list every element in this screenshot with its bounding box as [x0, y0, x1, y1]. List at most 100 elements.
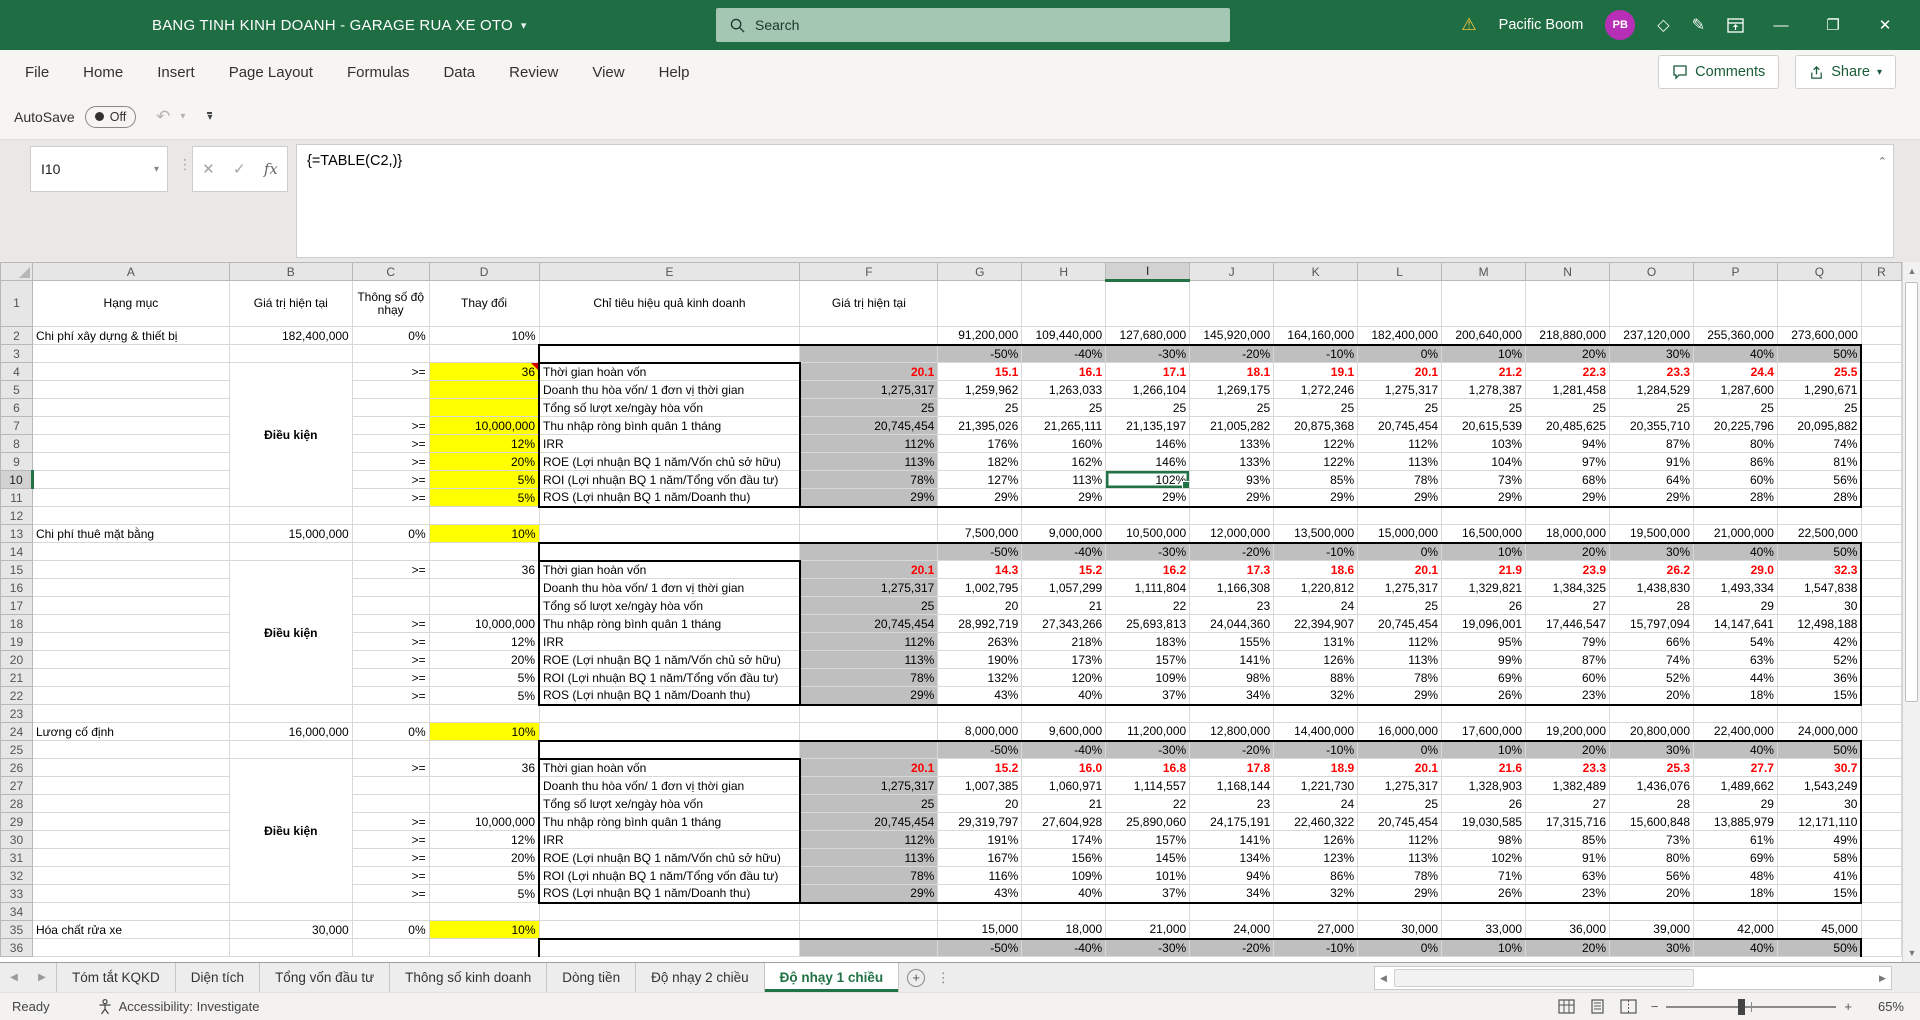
cell-O9[interactable]: 91%: [1609, 452, 1694, 471]
cell-Q8[interactable]: 74%: [1776, 434, 1863, 453]
cell-D8[interactable]: 12%: [428, 434, 540, 453]
cell-E23[interactable]: [538, 704, 801, 723]
cell-F30[interactable]: 112%: [799, 830, 939, 849]
cell-I6[interactable]: 25: [1105, 398, 1191, 417]
cell-B34[interactable]: [228, 902, 353, 921]
cell-K13[interactable]: 13,500,000: [1273, 524, 1359, 543]
cell-K8[interactable]: 122%: [1273, 434, 1359, 453]
cell-M13[interactable]: 16,500,000: [1441, 524, 1527, 543]
cell-A10[interactable]: [31, 470, 230, 489]
cell-P18[interactable]: 14,147,641: [1693, 614, 1778, 633]
cell-M17[interactable]: 26: [1441, 596, 1527, 615]
cell-M24[interactable]: 17,600,000: [1441, 722, 1527, 741]
cell-R17[interactable]: [1860, 596, 1902, 615]
row-header-20[interactable]: 20: [0, 650, 33, 669]
zoom-level[interactable]: 65%: [1866, 999, 1904, 1014]
cell-O7[interactable]: 20,355,710: [1609, 416, 1694, 435]
cell-N31[interactable]: 91%: [1525, 848, 1611, 867]
cell-I21[interactable]: 109%: [1105, 668, 1191, 687]
spreadsheet-grid[interactable]: A B C D E F G H I J K L M N O P Q R 1 Hạng mục Giá trị hiện …: [0, 262, 1902, 962]
ribbon-tab-view[interactable]: View: [575, 50, 641, 94]
cell-F28[interactable]: 25: [799, 794, 939, 813]
cell-I10[interactable]: 102%: [1105, 470, 1191, 489]
cell-E6[interactable]: Tổng số lượt xe/ngày hòa vốn: [538, 398, 801, 417]
cell-A28[interactable]: [31, 794, 230, 813]
ribbon-tab-review[interactable]: Review: [492, 50, 575, 94]
cell-J5[interactable]: 1,269,175: [1189, 380, 1275, 399]
cell-I12[interactable]: [1105, 506, 1191, 525]
cell-E16[interactable]: Doanh thu hòa vốn/ 1 đơn vị thời gian: [538, 578, 801, 597]
cell-Q17[interactable]: 30: [1776, 596, 1863, 615]
cell-Q29[interactable]: 12,171,110: [1776, 812, 1863, 831]
cell-J13[interactable]: 12,000,000: [1189, 524, 1275, 543]
ribbon-tab-file[interactable]: File: [8, 50, 66, 94]
cell-G20[interactable]: 190%: [937, 650, 1023, 669]
row-header-3[interactable]: 3: [0, 344, 33, 363]
cell-D22[interactable]: 5%: [428, 686, 540, 705]
row-header-13[interactable]: 13: [0, 524, 33, 543]
cell-E30[interactable]: IRR: [538, 830, 801, 849]
cell-P6[interactable]: 25: [1693, 398, 1778, 417]
cell-C9[interactable]: >=: [351, 452, 430, 471]
cell-D29[interactable]: 10,000,000: [428, 812, 540, 831]
cell-E35[interactable]: [538, 920, 801, 939]
cell-G34[interactable]: [937, 902, 1023, 921]
cell-P28[interactable]: 29: [1693, 794, 1778, 813]
cell-R15[interactable]: [1860, 560, 1902, 579]
cell-A13[interactable]: Chi phí thuê mặt bằng: [31, 524, 230, 543]
cell-C34[interactable]: [351, 902, 430, 921]
cell-N25[interactable]: 20%: [1525, 739, 1611, 759]
cell-Q31[interactable]: 58%: [1776, 848, 1863, 867]
cell-L28[interactable]: 25: [1357, 794, 1443, 813]
cell-P5[interactable]: 1,287,600: [1693, 380, 1778, 399]
cell-K14[interactable]: -10%: [1273, 541, 1359, 561]
cell-I31[interactable]: 145%: [1105, 848, 1191, 867]
cell-K31[interactable]: 123%: [1273, 848, 1359, 867]
cell-E24[interactable]: [538, 722, 801, 741]
formula-input[interactable]: {=TABLE(C2,)} ⌃: [296, 144, 1894, 258]
cell-O28[interactable]: 28: [1609, 794, 1694, 813]
cell-C15[interactable]: >=: [351, 560, 430, 579]
autosave-toggle[interactable]: Off: [84, 105, 137, 128]
col-header-D[interactable]: D: [428, 262, 540, 281]
cell-K19[interactable]: 131%: [1273, 632, 1359, 651]
scroll-down-icon[interactable]: ▼: [1903, 944, 1920, 962]
cell-O14[interactable]: 30%: [1609, 541, 1694, 561]
cell-E14[interactable]: [538, 541, 801, 561]
cell-R1[interactable]: [1860, 280, 1902, 327]
cell-R23[interactable]: [1860, 704, 1902, 723]
close-button[interactable]: ✕: [1870, 16, 1900, 34]
cell-K28[interactable]: 24: [1273, 794, 1359, 813]
cell-I18[interactable]: 25,693,813: [1105, 614, 1191, 633]
zoom-out-icon[interactable]: −: [1651, 999, 1659, 1014]
cell-C11[interactable]: >=: [351, 488, 430, 507]
cell-L13[interactable]: 15,000,000: [1357, 524, 1443, 543]
ribbon-tab-home[interactable]: Home: [66, 50, 140, 94]
cell-M12[interactable]: [1441, 506, 1527, 525]
confirm-entry-icon[interactable]: ✓: [233, 160, 246, 178]
cell-B12[interactable]: [228, 506, 353, 525]
cell-O27[interactable]: 1,436,076: [1609, 776, 1694, 795]
cell-B3[interactable]: [228, 344, 353, 363]
cell-F8[interactable]: 112%: [799, 434, 939, 453]
cell-L15[interactable]: 20.1: [1357, 560, 1443, 579]
cell-J16[interactable]: 1,166,308: [1189, 578, 1275, 597]
cell-J23[interactable]: [1189, 704, 1275, 723]
cell-L35[interactable]: 30,000: [1357, 920, 1443, 939]
cell-H14[interactable]: -40%: [1021, 541, 1107, 561]
cell-J24[interactable]: 12,800,000: [1189, 722, 1275, 741]
cell-L18[interactable]: 20,745,454: [1357, 614, 1443, 633]
cell-M7[interactable]: 20,615,539: [1441, 416, 1527, 435]
cell-R19[interactable]: [1860, 632, 1902, 651]
cell-H35[interactable]: 18,000: [1021, 920, 1107, 939]
cell-M26[interactable]: 21.6: [1441, 758, 1527, 777]
cell-F26[interactable]: 20.1: [799, 758, 939, 777]
cell-H34[interactable]: [1021, 902, 1107, 921]
cell-E2[interactable]: [538, 326, 801, 345]
cell-G18[interactable]: 28,992,719: [937, 614, 1023, 633]
cell-K20[interactable]: 126%: [1273, 650, 1359, 669]
cell-O22[interactable]: 20%: [1609, 686, 1694, 706]
cell-D4[interactable]: 36: [428, 362, 540, 381]
cell-G6[interactable]: 25: [937, 398, 1023, 417]
cell-F7[interactable]: 20,745,454: [799, 416, 939, 435]
